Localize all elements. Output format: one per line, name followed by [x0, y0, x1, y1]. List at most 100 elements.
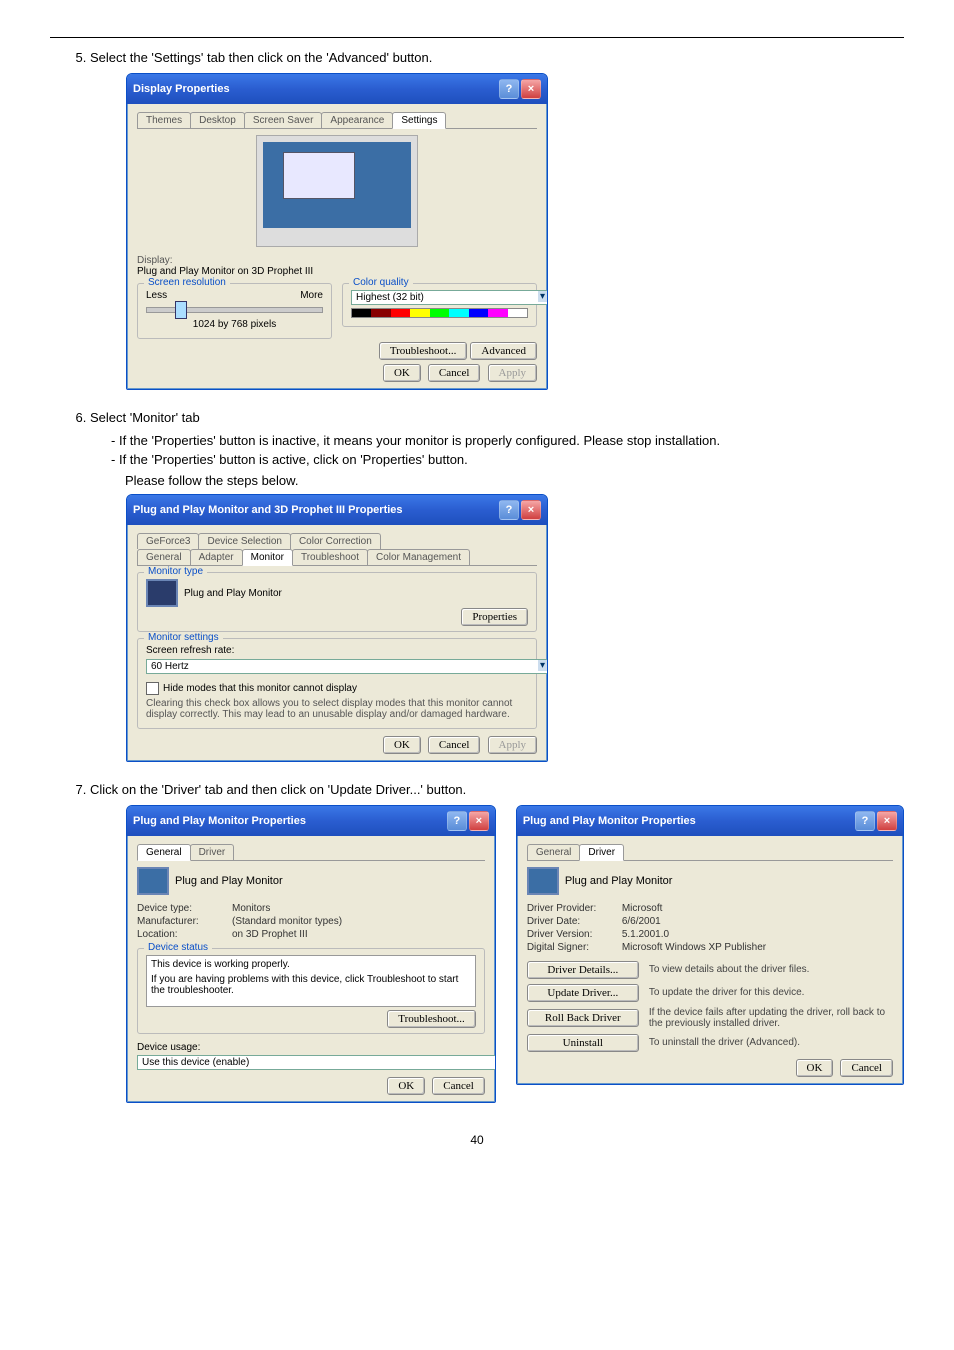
- location-label: Location:: [137, 929, 232, 940]
- digital-signer-value: Microsoft Windows XP Publisher: [622, 942, 766, 953]
- tab-troubleshoot[interactable]: Troubleshoot: [292, 549, 368, 565]
- step-7-text: Click on the 'Driver' tab and then click…: [90, 782, 904, 797]
- device-type-value: Monitors: [232, 903, 270, 914]
- cancel-button[interactable]: Cancel: [840, 1059, 893, 1077]
- monitor-preview: [256, 135, 418, 247]
- monitor-type-name: Plug and Play Monitor: [184, 587, 282, 598]
- tab-driver[interactable]: Driver: [579, 844, 624, 861]
- monitor-settings-title: Monitor settings: [144, 632, 223, 643]
- help-icon[interactable]: ?: [499, 500, 519, 520]
- tab-color-correction[interactable]: Color Correction: [290, 533, 381, 549]
- tab-themes[interactable]: Themes: [137, 112, 191, 128]
- close-icon[interactable]: ×: [521, 79, 541, 99]
- manufacturer-value: (Standard monitor types): [232, 916, 342, 927]
- resolution-value: 1024 by 768 pixels: [146, 319, 323, 330]
- properties-button[interactable]: Properties: [461, 608, 528, 626]
- monitor-icon: [137, 867, 169, 895]
- driver-details-desc: To view details about the driver files.: [649, 964, 893, 975]
- driver-details-button[interactable]: Driver Details...: [527, 961, 639, 979]
- display-properties-title: Display Properties: [133, 83, 230, 95]
- device-status-title: Device status: [144, 942, 212, 953]
- close-icon[interactable]: ×: [877, 811, 897, 831]
- apply-button[interactable]: Apply: [488, 736, 538, 754]
- close-icon[interactable]: ×: [521, 500, 541, 520]
- driver-provider-value: Microsoft: [622, 903, 663, 914]
- tab-general[interactable]: General: [527, 844, 581, 860]
- tab-desktop[interactable]: Desktop: [190, 112, 245, 128]
- refresh-rate-dropdown[interactable]: 60 Hertz: [146, 659, 548, 674]
- driver-version-label: Driver Version:: [527, 929, 622, 940]
- page-number: 40: [50, 1133, 904, 1147]
- ok-button[interactable]: OK: [383, 364, 421, 382]
- uninstall-desc: To uninstall the driver (Advanced).: [649, 1037, 893, 1048]
- res-more-label: More: [300, 290, 323, 301]
- tab-appearance[interactable]: Appearance: [321, 112, 393, 128]
- location-value: on 3D Prophet III: [232, 929, 308, 940]
- driver-version-value: 5.1.2001.0: [622, 929, 669, 940]
- step-6-follow: Please follow the steps below.: [125, 473, 904, 488]
- screen-resolution-title: Screen resolution: [144, 277, 230, 288]
- refresh-rate-label: Screen refresh rate:: [146, 645, 528, 656]
- step-6-sub-a: If the 'Properties' button is inactive, …: [125, 433, 904, 448]
- help-icon[interactable]: ?: [447, 811, 467, 831]
- hide-modes-checkbox[interactable]: [146, 682, 159, 695]
- display-label: Display:: [137, 255, 537, 266]
- tab-monitor[interactable]: Monitor: [242, 549, 293, 566]
- ok-button[interactable]: OK: [796, 1059, 834, 1077]
- roll-back-driver-button[interactable]: Roll Back Driver: [527, 1009, 639, 1027]
- troubleshoot-button[interactable]: Troubleshoot...: [379, 342, 468, 360]
- tab-general[interactable]: General: [137, 549, 191, 565]
- monitor-icon: [527, 867, 559, 895]
- digital-signer-label: Digital Signer:: [527, 942, 622, 953]
- help-icon[interactable]: ?: [499, 79, 519, 99]
- step-6-sub-b: If the 'Properties' button is active, cl…: [125, 452, 904, 467]
- update-driver-desc: To update the driver for this device.: [649, 987, 893, 998]
- close-icon[interactable]: ×: [469, 811, 489, 831]
- hide-modes-explain: Clearing this check box allows you to se…: [146, 698, 528, 720]
- step-6-text: Select 'Monitor' tab: [90, 410, 904, 425]
- ok-button[interactable]: OK: [387, 1077, 425, 1095]
- color-swatches: [351, 308, 528, 318]
- monitor-properties-title: Plug and Play Monitor and 3D Prophet III…: [133, 504, 403, 516]
- page-top-rule: [50, 37, 904, 38]
- help-icon[interactable]: ?: [855, 811, 875, 831]
- tab-settings[interactable]: Settings: [392, 112, 446, 129]
- cancel-button[interactable]: Cancel: [428, 364, 481, 382]
- tab-geforce3[interactable]: GeForce3: [137, 533, 199, 549]
- display-value: Plug and Play Monitor on 3D Prophet III: [137, 266, 537, 277]
- resolution-slider[interactable]: [146, 307, 323, 313]
- advanced-button[interactable]: Advanced: [470, 342, 537, 360]
- cancel-button[interactable]: Cancel: [432, 1077, 485, 1095]
- res-less-label: Less: [146, 290, 167, 301]
- apply-button[interactable]: Apply: [488, 364, 538, 382]
- pnp-monitor-properties-general: Plug and Play Monitor Properties ? × Gen…: [126, 805, 496, 1103]
- cancel-button[interactable]: Cancel: [428, 736, 481, 754]
- device-name: Plug and Play Monitor: [565, 875, 673, 887]
- driver-provider-label: Driver Provider:: [527, 903, 622, 914]
- troubleshoot-button[interactable]: Troubleshoot...: [387, 1010, 476, 1028]
- device-usage-label: Device usage:: [137, 1042, 485, 1053]
- window-title: Plug and Play Monitor Properties: [133, 815, 306, 827]
- device-type-label: Device type:: [137, 903, 232, 914]
- color-quality-title: Color quality: [349, 277, 413, 288]
- tab-color-management[interactable]: Color Management: [367, 549, 470, 565]
- hide-modes-label: Hide modes that this monitor cannot disp…: [163, 683, 357, 694]
- step-5-text: Select the 'Settings' tab then click on …: [90, 50, 904, 65]
- tab-general[interactable]: General: [137, 844, 191, 861]
- device-usage-dropdown[interactable]: Use this device (enable): [137, 1055, 496, 1070]
- tab-adapter[interactable]: Adapter: [190, 549, 243, 565]
- roll-back-driver-desc: If the device fails after updating the d…: [649, 1007, 893, 1029]
- display-properties-tabs: Themes Desktop Screen Saver Appearance S…: [137, 112, 537, 129]
- manufacturer-label: Manufacturer:: [137, 916, 232, 927]
- device-status-text: This device is working properly. If you …: [146, 955, 476, 1007]
- ok-button[interactable]: OK: [383, 736, 421, 754]
- tab-screen-saver[interactable]: Screen Saver: [244, 112, 323, 128]
- uninstall-button[interactable]: Uninstall: [527, 1034, 639, 1052]
- monitor-type-title: Monitor type: [144, 566, 207, 577]
- tab-driver[interactable]: Driver: [190, 844, 235, 860]
- color-quality-dropdown[interactable]: Highest (32 bit): [351, 290, 548, 305]
- tab-device-selection[interactable]: Device Selection: [198, 533, 290, 549]
- update-driver-button[interactable]: Update Driver...: [527, 984, 639, 1002]
- display-properties-window: Display Properties ? × Themes Desktop Sc…: [126, 73, 548, 390]
- window-title: Plug and Play Monitor Properties: [523, 815, 696, 827]
